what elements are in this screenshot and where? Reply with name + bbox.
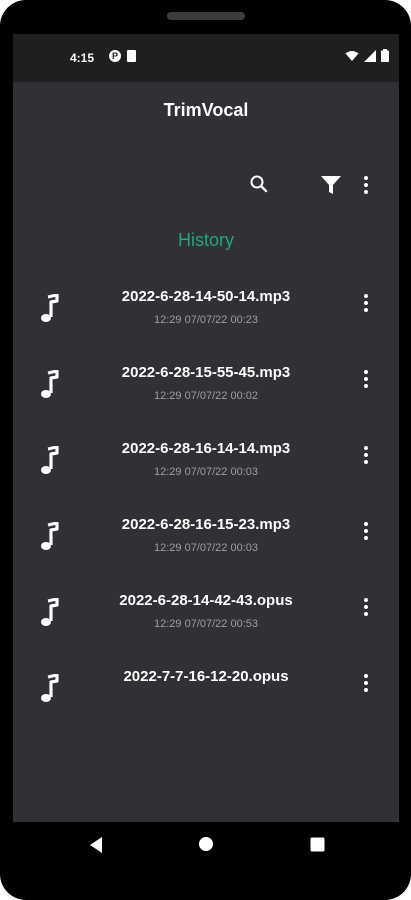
app-title: TrimVocal [163, 99, 249, 120]
status-time: 4:15 [70, 51, 95, 65]
recording-list: 2022-6-28-14-50-14.mp3 12:29 07/07/22 00… [13, 278, 399, 734]
file-meta: 12:29 07/07/22 00:02 [154, 390, 258, 402]
status-notification-icons: P [109, 50, 136, 62]
filter-icon[interactable] [320, 175, 342, 195]
battery-icon [381, 49, 389, 62]
item-more-icon[interactable] [359, 294, 373, 312]
item-more-icon[interactable] [359, 674, 373, 692]
music-note-icon [41, 598, 59, 626]
status-bar: 4:15 P [13, 34, 399, 82]
music-note-icon [41, 370, 59, 398]
list-item[interactable]: 2022-6-28-15-55-45.mp3 12:29 07/07/22 00… [13, 354, 399, 430]
app-screen: 4:15 P TrimVocal History 2022-6-28-14-50… [13, 34, 399, 822]
file-meta: 12:29 07/07/22 00:03 [154, 542, 258, 554]
file-name: 2022-6-28-14-42-43.opus [119, 592, 293, 609]
search-icon[interactable] [249, 174, 269, 194]
recents-icon[interactable] [310, 837, 325, 852]
item-more-icon[interactable] [359, 598, 373, 616]
file-meta: 12:29 07/07/22 00:53 [154, 618, 258, 630]
music-note-icon [41, 446, 59, 474]
file-name: 2022-7-7-16-12-20.opus [123, 668, 289, 685]
more-vert-icon[interactable] [359, 176, 373, 194]
file-meta: 12:29 07/07/22 00:03 [154, 466, 258, 478]
app-bar: TrimVocal [13, 82, 399, 138]
home-icon[interactable] [198, 836, 214, 852]
back-icon[interactable] [88, 836, 104, 854]
section-title: History [177, 230, 234, 250]
p-icon: P [109, 50, 121, 62]
music-note-icon [41, 294, 59, 322]
music-note-icon [41, 522, 59, 550]
list-item[interactable]: 2022-7-7-16-12-20.opus [13, 658, 399, 734]
file-name: 2022-6-28-15-55-45.mp3 [121, 364, 291, 381]
list-item[interactable]: 2022-6-28-14-50-14.mp3 12:29 07/07/22 00… [13, 278, 399, 354]
list-item[interactable]: 2022-6-28-16-15-23.mp3 12:29 07/07/22 00… [13, 506, 399, 582]
file-name: 2022-6-28-16-14-14.mp3 [121, 440, 291, 457]
file-name: 2022-6-28-16-15-23.mp3 [121, 516, 291, 533]
item-more-icon[interactable] [359, 370, 373, 388]
wifi-icon [345, 50, 359, 61]
item-more-icon[interactable] [359, 446, 373, 464]
phone-frame: 4:15 P TrimVocal History 2022-6-28-14-50… [0, 0, 411, 900]
list-item[interactable]: 2022-6-28-16-14-14.mp3 12:29 07/07/22 00… [13, 430, 399, 506]
sd-card-icon [127, 50, 136, 62]
status-system-icons [345, 49, 389, 62]
item-more-icon[interactable] [359, 522, 373, 540]
signal-icon [364, 49, 376, 62]
music-note-icon [41, 674, 59, 702]
list-item[interactable]: 2022-6-28-14-42-43.opus 12:29 07/07/22 0… [13, 582, 399, 658]
file-name: 2022-6-28-14-50-14.mp3 [121, 288, 291, 305]
file-meta: 12:29 07/07/22 00:23 [154, 314, 258, 326]
speaker-grille [166, 12, 245, 20]
system-nav-bar [0, 822, 411, 900]
